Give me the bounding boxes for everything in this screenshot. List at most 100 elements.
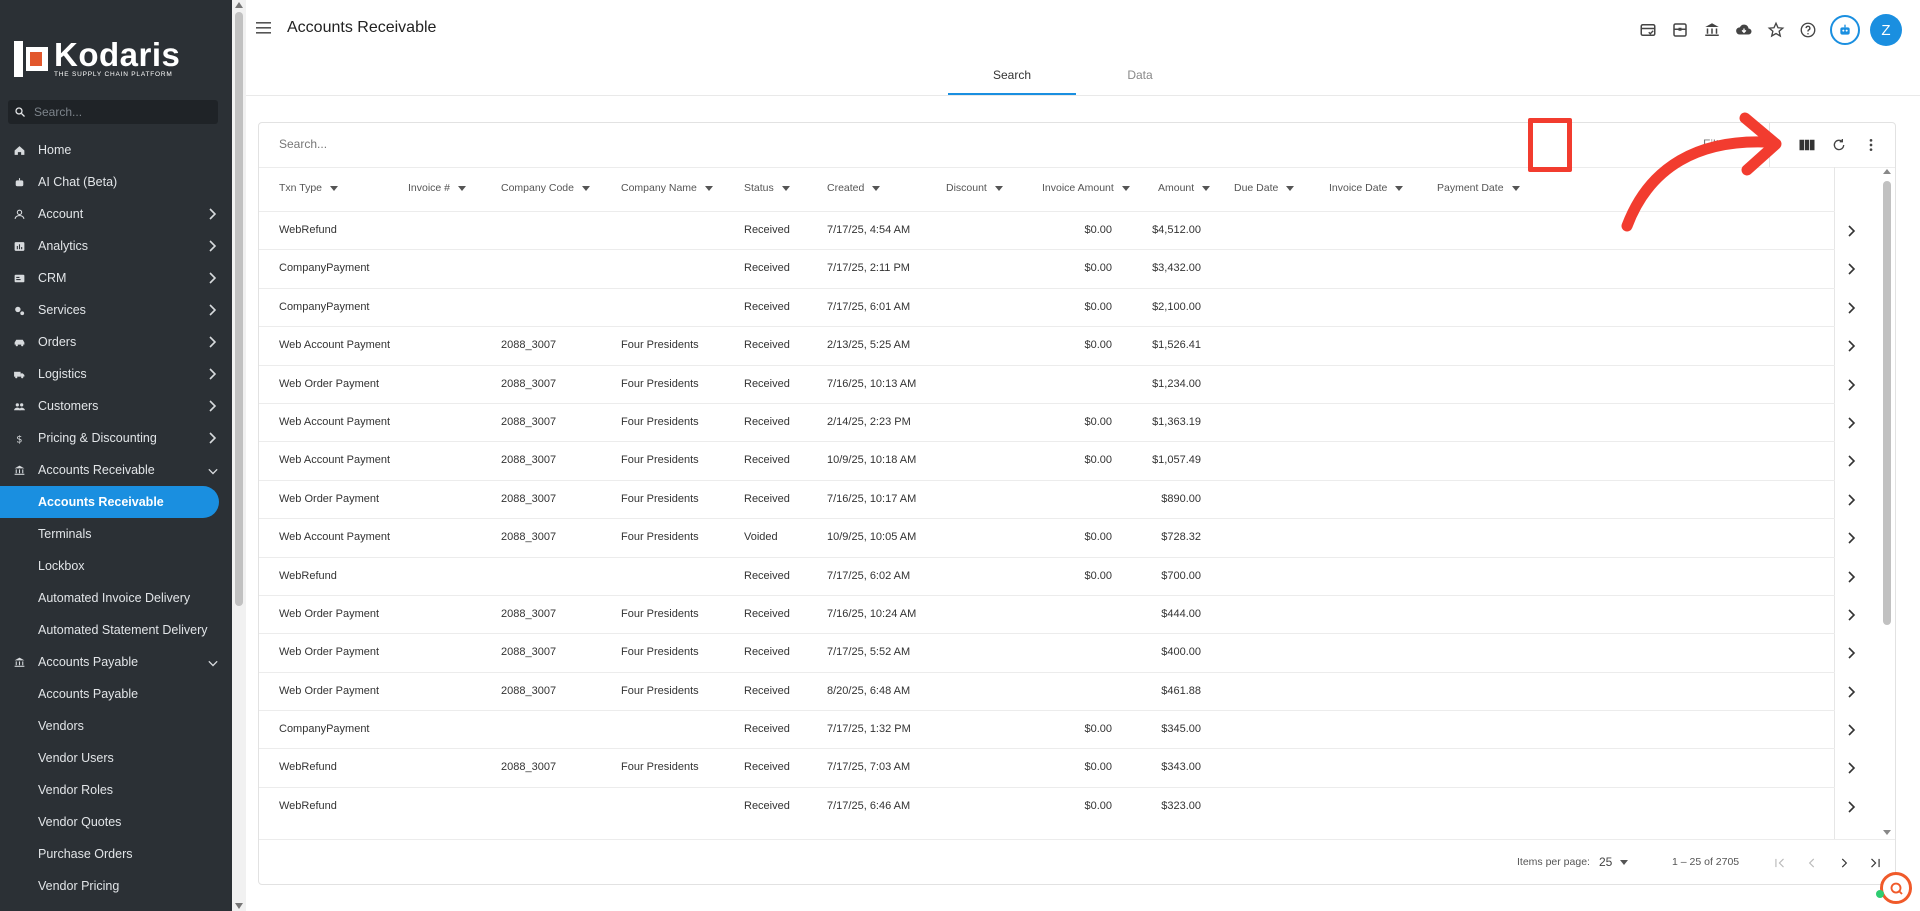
chevron-right-icon[interactable] bbox=[1847, 532, 1857, 544]
last-page-icon[interactable] bbox=[1863, 851, 1887, 875]
inventory-icon[interactable] bbox=[1664, 14, 1696, 46]
sidebar-subitem-automated-statement-delivery[interactable]: Automated Statement Delivery bbox=[0, 614, 232, 646]
sidebar-subitem-automated-invoice-delivery[interactable]: Automated Invoice Delivery bbox=[0, 582, 232, 614]
table-row[interactable]: WebRefund Received 7/17/25, 6:46 AM $0.00 $3… bbox=[259, 786, 1856, 825]
column-header-created[interactable]: Created bbox=[827, 182, 881, 194]
chevron-right-icon[interactable] bbox=[1847, 801, 1857, 813]
table-row[interactable]: Web Order Payment 2088_3007 Four President… bbox=[259, 479, 1856, 518]
bot-icon[interactable] bbox=[1830, 15, 1860, 45]
chevron-right-icon bbox=[208, 400, 217, 412]
column-header-due-date[interactable]: Due Date bbox=[1234, 182, 1295, 194]
chevron-right-icon[interactable] bbox=[1847, 378, 1857, 391]
sidebar-scrollbar[interactable] bbox=[232, 0, 246, 911]
chevron-right-icon[interactable] bbox=[1847, 340, 1857, 352]
brand-logo[interactable]: Kodaris THE SUPPLY CHAIN PLATFORM bbox=[0, 0, 232, 92]
sidebar-subitem-vendors[interactable]: Vendors bbox=[0, 710, 232, 742]
column-header-invoice[interactable]: Invoice # bbox=[408, 182, 467, 194]
table-row[interactable]: WebRefund Received 7/17/25, 6:02 AM $0.00 $7… bbox=[259, 556, 1856, 595]
sidebar-subitem-vendor-pricing[interactable]: Vendor Pricing bbox=[0, 870, 232, 902]
chevron-right-icon[interactable] bbox=[1847, 686, 1857, 698]
column-header-payment-date[interactable]: Payment Date bbox=[1437, 182, 1520, 194]
chevron-right-icon[interactable] bbox=[1847, 263, 1857, 275]
table-row[interactable]: Web Order Payment 2088_3007 Four President… bbox=[259, 633, 1856, 671]
sidebar-subitem-accounts-payable[interactable]: Accounts Payable bbox=[0, 678, 232, 710]
column-header-status[interactable]: Status bbox=[744, 182, 790, 194]
sidebar-subitem-vendor-users[interactable]: Vendor Users bbox=[0, 742, 232, 774]
chat-widget-icon[interactable] bbox=[1880, 872, 1912, 904]
table-row[interactable]: CompanyPayment Received 7/17/25, 6:01 AM $0… bbox=[259, 287, 1856, 326]
table-search-input[interactable]: Search... bbox=[279, 137, 327, 151]
chevron-right-icon[interactable] bbox=[1847, 647, 1857, 659]
next-page-icon[interactable] bbox=[1832, 851, 1856, 875]
chevron-right-icon[interactable] bbox=[1847, 570, 1857, 583]
bank-icon[interactable] bbox=[1696, 14, 1728, 46]
help-icon[interactable] bbox=[1792, 14, 1824, 46]
table-row[interactable]: Web Account Payment 2088_3007 Four Preside… bbox=[259, 441, 1856, 479]
sidebar-item-pricing-discounting[interactable]: $ Pricing & Discounting bbox=[0, 422, 232, 454]
table-row[interactable]: CompanyPayment Received 7/17/25, 1:32 PM $0… bbox=[259, 710, 1856, 748]
cloud-download-icon[interactable] bbox=[1728, 14, 1760, 46]
chevron-right-icon[interactable] bbox=[1847, 417, 1857, 429]
tab-search[interactable]: Search bbox=[948, 60, 1076, 95]
cell-company-code: 2088_3007 bbox=[501, 761, 557, 774]
table-row[interactable]: WebRefund 2088_3007 Four Presidents Receive… bbox=[259, 748, 1856, 786]
table-row[interactable]: WebRefund Received 7/17/25, 4:54 AM $0.00 $4… bbox=[259, 211, 1856, 249]
star-icon[interactable] bbox=[1760, 14, 1792, 46]
sidebar-item-orders[interactable]: Orders bbox=[0, 326, 232, 358]
table-row[interactable]: Web Account Payment 2088_3007 Four Preside… bbox=[259, 402, 1856, 441]
sidebar-subitem-lockbox[interactable]: Lockbox bbox=[0, 550, 232, 582]
column-header-company-code[interactable]: Company Code bbox=[501, 182, 590, 194]
chevron-right-icon[interactable] bbox=[1847, 494, 1857, 506]
chevron-right-icon[interactable] bbox=[1847, 762, 1857, 775]
sidebar-item-ai-chat-beta[interactable]: AI Chat (Beta) bbox=[0, 166, 232, 198]
sort-icon[interactable] bbox=[1759, 129, 1791, 161]
column-header-company-name[interactable]: Company Name bbox=[621, 182, 713, 194]
table-row[interactable]: Web Order Payment 2088_3007 Four President… bbox=[259, 594, 1856, 633]
previous-page-icon[interactable] bbox=[1800, 851, 1824, 875]
payment-card-icon[interactable] bbox=[1632, 14, 1664, 46]
table-toolbar bbox=[1759, 129, 1887, 161]
chevron-right-icon[interactable] bbox=[1847, 724, 1857, 736]
sidebar-subitem-vendor-quotes[interactable]: Vendor Quotes bbox=[0, 806, 232, 838]
sidebar-item-accounts-receivable[interactable]: Accounts Receivable bbox=[0, 454, 232, 486]
column-header-amount[interactable]: Amount bbox=[1158, 182, 1211, 194]
table-row[interactable]: Web Order Payment 2088_3007 Four President… bbox=[259, 671, 1856, 710]
more-options-icon[interactable] bbox=[1855, 129, 1887, 161]
sidebar-item-services[interactable]: Services bbox=[0, 294, 232, 326]
sidebar-search-input[interactable]: Search... bbox=[8, 100, 218, 124]
chevron-right-icon[interactable] bbox=[1847, 455, 1857, 467]
table-row[interactable]: Web Order Payment 2088_3007 Four President… bbox=[259, 364, 1856, 403]
hamburger-menu-icon[interactable] bbox=[256, 22, 271, 34]
sidebar-item-crm[interactable]: CRM bbox=[0, 262, 232, 294]
cell-created: 2/14/25, 2:23 PM bbox=[827, 415, 911, 428]
sidebar-item-home[interactable]: Home bbox=[0, 134, 232, 166]
table-scrollbar[interactable] bbox=[1881, 167, 1893, 839]
sidebar-item-analytics[interactable]: Analytics bbox=[0, 230, 232, 262]
sidebar-item-logistics[interactable]: Logistics bbox=[0, 358, 232, 390]
filters-button[interactable]: Filters bbox=[1703, 137, 1736, 151]
items-per-page-select[interactable]: 25 bbox=[1599, 850, 1641, 874]
user-avatar[interactable]: Z bbox=[1870, 14, 1902, 46]
tab-data[interactable]: Data bbox=[1076, 60, 1204, 95]
columns-icon[interactable] bbox=[1791, 129, 1823, 161]
first-page-icon[interactable] bbox=[1768, 851, 1792, 875]
refresh-icon[interactable] bbox=[1823, 129, 1855, 161]
table-row[interactable]: Web Account Payment 2088_3007 Four Preside… bbox=[259, 326, 1856, 364]
sidebar-subitem-accounts-receivable[interactable]: Accounts Receivable bbox=[0, 486, 219, 518]
chevron-right-icon[interactable] bbox=[1847, 225, 1857, 237]
sidebar-subitem-purchase-orders[interactable]: Purchase Orders bbox=[0, 838, 232, 870]
chevron-right-icon[interactable] bbox=[1847, 609, 1857, 621]
sidebar-item-accounts-payable[interactable]: Accounts Payable bbox=[0, 646, 232, 678]
sidebar-item-customers[interactable]: Customers bbox=[0, 390, 232, 422]
sidebar-subitem-vendor-roles[interactable]: Vendor Roles bbox=[0, 774, 232, 806]
table-row[interactable]: CompanyPayment Received 7/17/25, 2:11 PM $0… bbox=[259, 249, 1856, 287]
column-header-discount[interactable]: Discount bbox=[946, 182, 1003, 194]
column-header-txn-type[interactable]: Txn Type bbox=[279, 182, 338, 194]
column-header-invoice-date[interactable]: Invoice Date bbox=[1329, 182, 1404, 194]
items-per-page-value: 25 bbox=[1599, 855, 1613, 869]
sidebar-item-account[interactable]: Account bbox=[0, 198, 232, 230]
sidebar-subitem-terminals[interactable]: Terminals bbox=[0, 518, 232, 550]
column-header-invoice-amount[interactable]: Invoice Amount bbox=[1042, 182, 1130, 194]
chevron-right-icon[interactable] bbox=[1847, 302, 1857, 314]
table-row[interactable]: Web Account Payment 2088_3007 Four Preside… bbox=[259, 518, 1856, 556]
